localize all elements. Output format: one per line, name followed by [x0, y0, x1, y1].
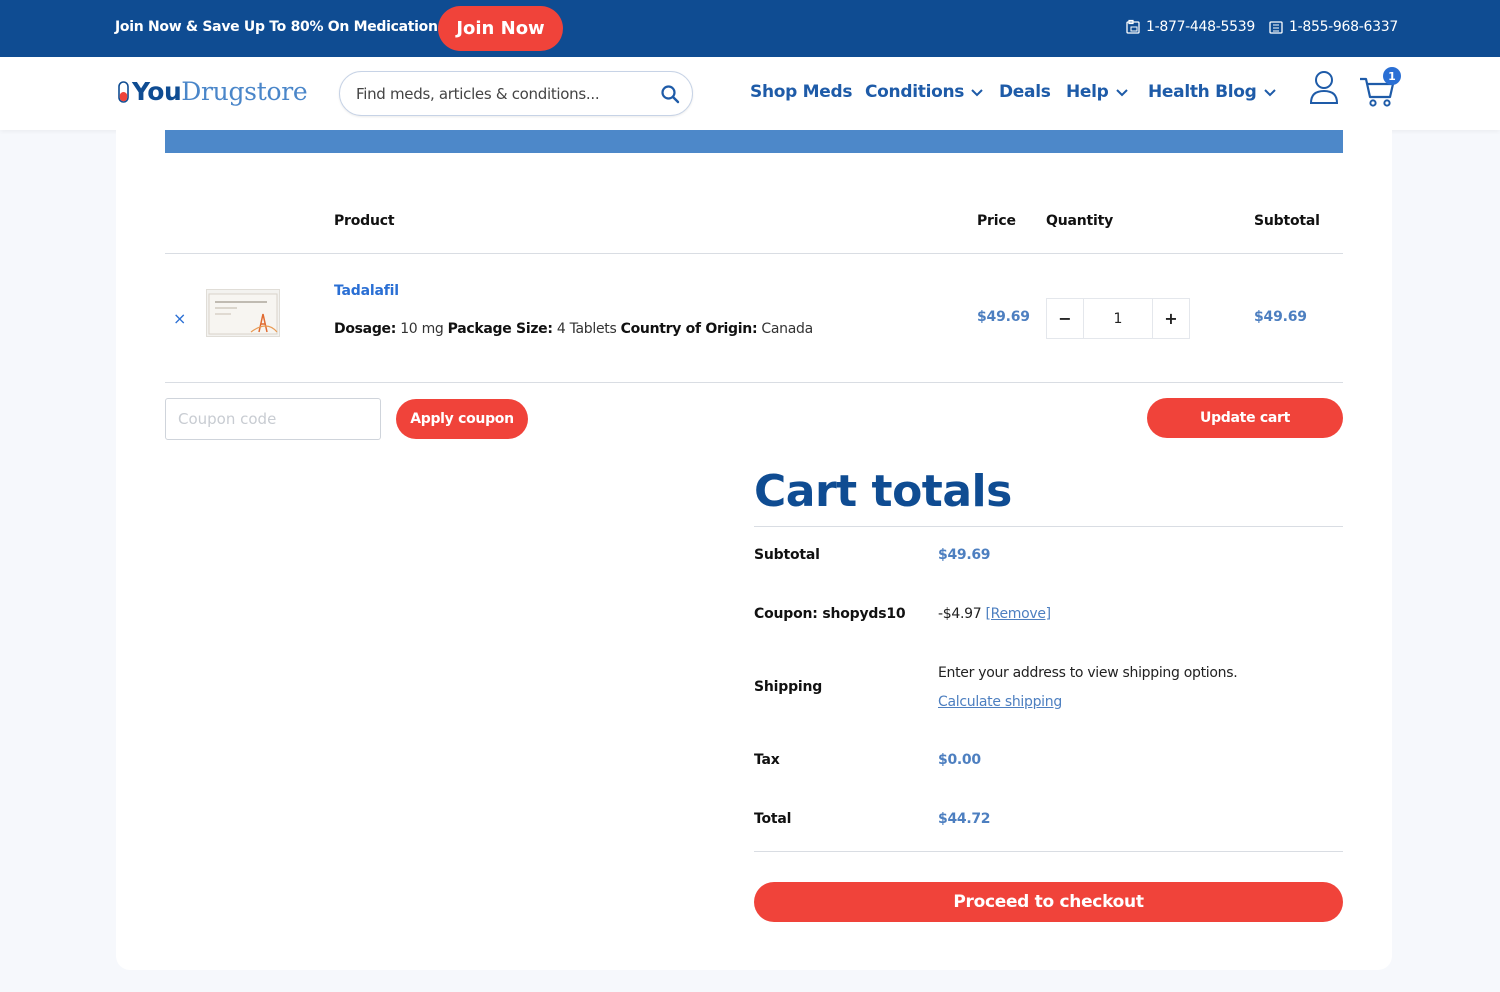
logo-you-text: You	[132, 77, 182, 106]
quantity-input[interactable]	[1083, 299, 1153, 338]
top-promo-bar: Join Now & Save Up To 80% On Medication …	[0, 0, 1500, 57]
nav-help-label: Help	[1066, 82, 1109, 102]
main-header: You Drugstore Shop Meds Conditions Deals…	[0, 57, 1500, 130]
promo-text: Join Now & Save Up To 80% On Medication	[115, 19, 438, 35]
chevron-down-icon	[971, 89, 983, 97]
divider	[165, 253, 1343, 254]
phone-number-1[interactable]: 1-877-448-5539	[1125, 19, 1255, 35]
search-box	[339, 71, 693, 116]
phone-number-1-text: 1-877-448-5539	[1146, 19, 1255, 35]
proceed-to-checkout-button[interactable]: Proceed to checkout	[754, 882, 1343, 922]
update-cart-button[interactable]: Update cart	[1147, 398, 1343, 438]
dosage-value: 10 mg	[400, 321, 444, 337]
nav-conditions-label: Conditions	[865, 82, 965, 102]
remove-coupon-link[interactable]: [Remove]	[986, 606, 1052, 622]
nav-conditions[interactable]: Conditions	[865, 82, 984, 102]
subtotal-value: $49.69	[938, 547, 991, 563]
divider	[754, 526, 1343, 527]
divider	[165, 382, 1343, 383]
chevron-down-icon	[1263, 89, 1276, 97]
country-of-origin-value: Canada	[761, 321, 813, 337]
calculate-shipping-link[interactable]: Calculate shipping	[938, 694, 1062, 710]
coupon-code-input[interactable]	[165, 398, 381, 440]
nav-health-blog-label: Health Blog	[1148, 82, 1257, 102]
coupon-label: Coupon: shopyds10	[754, 606, 906, 622]
divider	[754, 851, 1343, 852]
product-column-header: Product	[334, 213, 395, 229]
logo-drugstore-text: Drugstore	[181, 77, 308, 106]
package-size-label: Package Size:	[447, 321, 553, 337]
phone-number-2-text: 1-855-968-6337	[1289, 19, 1398, 35]
product-thumbnail[interactable]	[206, 289, 280, 337]
join-now-button[interactable]: Join Now	[438, 6, 563, 51]
product-box-image	[208, 293, 278, 335]
fax-icon	[1269, 21, 1283, 34]
nav-help[interactable]: Help	[1066, 82, 1129, 102]
coupon-discount: -$4.97 [Remove]	[938, 606, 1051, 622]
shipping-label: Shipping	[754, 679, 823, 695]
total-value: $44.72	[938, 811, 991, 827]
nav-health-blog[interactable]: Health Blog	[1148, 82, 1277, 102]
nav-shop-meds-label: Shop Meds	[750, 82, 853, 102]
subtotal-column-header: Subtotal	[1254, 213, 1320, 229]
item-price: $49.69	[977, 309, 1030, 325]
tax-label: Tax	[754, 752, 780, 768]
search-icon[interactable]	[660, 84, 680, 104]
chevron-down-icon	[1115, 89, 1128, 97]
shipping-info-text: Enter your address to view shipping opti…	[938, 665, 1238, 681]
nav-deals[interactable]: Deals	[999, 82, 1051, 102]
tax-value: $0.00	[938, 752, 981, 768]
apply-coupon-button[interactable]: Apply coupon	[396, 399, 528, 439]
quantity-increase-button[interactable]: +	[1153, 299, 1189, 338]
package-size-value: 4 Tablets	[556, 321, 617, 337]
total-label: Total	[754, 811, 792, 827]
dosage-label: Dosage:	[334, 321, 397, 337]
coupon-discount-amount: -$4.97	[938, 606, 982, 622]
cart-totals-title: Cart totals	[754, 466, 1012, 517]
nav-shop-meds[interactable]: Shop Meds	[750, 82, 852, 102]
product-attributes: Dosage: 10 mg Package Size: 4 Tablets Co…	[334, 321, 813, 337]
cart-count-badge: 1	[1383, 67, 1401, 85]
subtotal-label: Subtotal	[754, 547, 820, 563]
pill-logo-icon	[118, 80, 129, 103]
user-account-icon[interactable]	[1308, 69, 1340, 105]
quantity-column-header: Quantity	[1046, 213, 1113, 229]
nav-deals-label: Deals	[999, 82, 1051, 102]
product-name-link[interactable]: Tadalafil	[334, 283, 399, 299]
quantity-decrease-button[interactable]: −	[1047, 299, 1083, 338]
item-subtotal: $49.69	[1254, 309, 1307, 325]
remove-item-button[interactable]: ×	[173, 309, 186, 328]
search-input[interactable]	[356, 83, 646, 105]
country-of-origin-label: Country of Origin:	[620, 321, 758, 337]
site-logo[interactable]: You Drugstore	[116, 77, 308, 106]
quantity-stepper: − +	[1046, 298, 1190, 339]
phone-number-2[interactable]: 1-855-968-6337	[1268, 19, 1398, 35]
price-column-header: Price	[977, 213, 1016, 229]
phone-icon	[1126, 19, 1140, 34]
notice-banner	[165, 130, 1343, 153]
